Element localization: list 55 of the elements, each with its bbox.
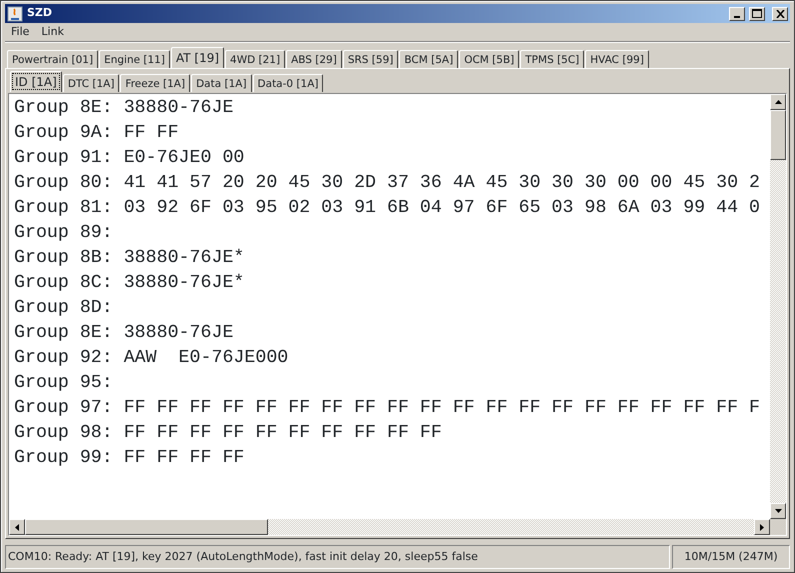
text-line: Group 97: FF FF FF FF FF FF FF FF FF FF FF FF FF FF FF FF FF FF FF F xyxy=(14,397,760,420)
tab[interactable]: Data [1A] xyxy=(191,74,252,92)
text-line: Group 8C: 38880-76JE* xyxy=(14,272,244,295)
maximize-icon xyxy=(752,9,762,18)
menu-item[interactable]: Link xyxy=(35,24,70,40)
tab[interactable]: BCM [5A] xyxy=(399,50,458,68)
tab[interactable]: SRS [59] xyxy=(342,50,398,68)
up-arrow-icon xyxy=(774,100,782,104)
scroll-up-button[interactable] xyxy=(770,94,786,110)
text-line: Group 95: xyxy=(14,372,113,395)
down-arrow-icon xyxy=(774,509,782,513)
left-arrow-icon xyxy=(15,524,19,530)
tab[interactable]: AT [19] xyxy=(170,47,224,68)
window-title: SZD xyxy=(27,5,52,22)
app-icon xyxy=(7,6,23,22)
tab[interactable]: Data-0 [1A] xyxy=(252,74,324,92)
menu-item[interactable]: File xyxy=(5,24,36,40)
text-line: Group 8E: 38880-76JE xyxy=(14,97,234,120)
right-arrow-icon xyxy=(760,524,764,530)
text-line: Group 81: 03 92 6F 03 95 02 03 91 6B 04 97 6F 65 03 98 6A 03 99 44 0 xyxy=(14,197,760,220)
tab[interactable]: 4WD [21] xyxy=(225,50,286,68)
text-line: Group 99: FF FF FF FF xyxy=(14,447,244,470)
tab[interactable]: ABS [29] xyxy=(286,50,342,68)
memory-status: 10M/15M (247M) xyxy=(672,545,790,569)
text-line: Group 91: E0-76JE0 00 xyxy=(14,147,244,170)
minimize-button[interactable] xyxy=(729,6,746,20)
tab[interactable]: OCM [5B] xyxy=(459,50,520,68)
text-line: Group 8B: 38880-76JE* xyxy=(14,247,244,270)
tab[interactable]: Engine [11] xyxy=(99,50,170,68)
tab[interactable]: TPMS [5C] xyxy=(520,50,584,68)
close-button[interactable] xyxy=(772,6,788,20)
text-line: Group 92: AAW E0-76JE000 xyxy=(14,347,288,370)
text-line: Group 80: 41 41 57 20 20 45 30 2D 37 36 4A 45 30 30 30 00 00 45 30 2 xyxy=(14,172,760,195)
tab[interactable]: DTC [1A] xyxy=(62,74,120,92)
minimize-icon xyxy=(734,16,740,18)
text-line: Group 98: FF FF FF FF FF FF FF FF FF FF xyxy=(14,422,442,445)
scroll-right-button[interactable] xyxy=(754,519,770,535)
tab[interactable]: HVAC [99] xyxy=(585,50,649,68)
maximize-button[interactable] xyxy=(749,6,766,20)
text-line: Group 8D: xyxy=(14,297,113,320)
scroll-down-button[interactable] xyxy=(770,503,786,519)
status-message: COM10: Ready: AT [19], key 2027 (AutoLengthMode), fast init delay 20, sleep55 false xyxy=(5,545,670,569)
text-line: Group 9A: FF FF xyxy=(14,122,179,145)
scroll-left-button[interactable] xyxy=(9,519,25,535)
text-line: Group 8E: 38880-76JE xyxy=(14,322,234,345)
tab[interactable]: Powertrain [01] xyxy=(7,50,98,68)
scrollbar-thumb[interactable] xyxy=(25,519,268,535)
scrollbar-thumb[interactable] xyxy=(770,110,786,160)
vertical-scrollbar[interactable] xyxy=(770,94,786,519)
horizontal-scrollbar[interactable] xyxy=(9,519,770,535)
tab[interactable]: ID [1A] xyxy=(10,71,62,92)
text-area[interactable] xyxy=(9,94,770,519)
close-icon xyxy=(776,10,784,18)
tab[interactable]: Freeze [1A] xyxy=(120,74,190,92)
text-line: Group 89: xyxy=(14,222,113,245)
